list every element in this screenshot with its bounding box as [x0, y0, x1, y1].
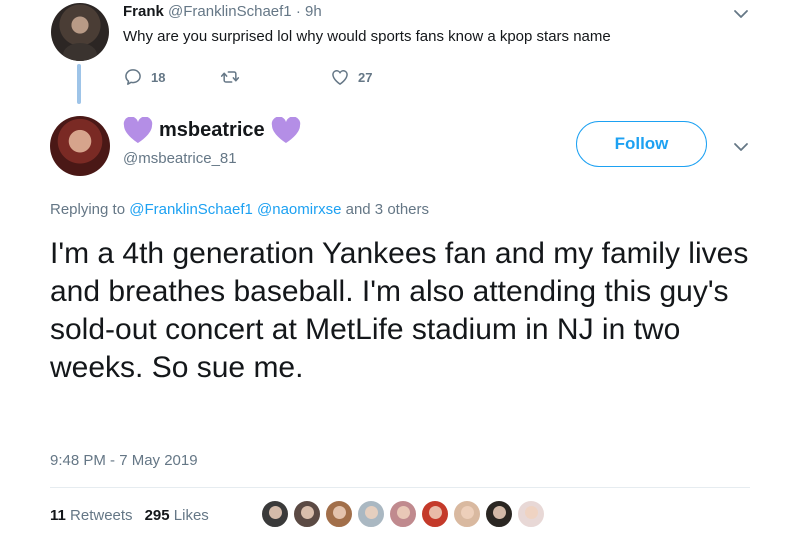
purple-heart-icon	[271, 116, 301, 144]
liker-avatar[interactable]	[389, 500, 417, 528]
parent-tweet-header: Frank @FranklinSchaef1 · 9h	[123, 3, 322, 20]
reply-icon	[125, 69, 141, 85]
tweet-timestamp[interactable]: 9:48 PM - 7 May 2019	[50, 452, 198, 469]
reply-count: 18	[151, 69, 166, 85]
parent-tweet-actions: 18 27	[123, 66, 372, 88]
reply-button[interactable]: 18	[123, 67, 220, 87]
parent-tweet-text: Why are you surprised lol why would spor…	[123, 28, 611, 45]
replying-prefix: Replying to	[50, 201, 126, 218]
retweets-stat[interactable]: 11 Retweets	[50, 507, 133, 524]
liker-avatar[interactable]	[293, 500, 321, 528]
liker-avatar[interactable]	[357, 500, 385, 528]
replying-to: Replying to @FranklinSchaef1 @naomirxse …	[50, 201, 429, 218]
frank-avatar[interactable]	[51, 3, 109, 61]
main-author-name-row[interactable]: msbeatrice	[123, 115, 301, 145]
retweets-count: 11	[50, 507, 66, 524]
parent-author-handle-time: @FranklinSchaef1 · 9h	[168, 3, 322, 20]
main-author-name[interactable]: msbeatrice	[159, 119, 265, 142]
likes-stat[interactable]: 295 Likes	[145, 507, 209, 524]
liker-avatars	[261, 500, 549, 530]
like-count: 27	[358, 69, 373, 85]
tweet-stats: 11 Retweets 295 Likes	[50, 507, 209, 524]
liker-avatar[interactable]	[453, 500, 481, 528]
likes-count: 295	[144, 507, 170, 524]
parent-author-name[interactable]: Frank	[123, 3, 164, 20]
parent-tweet[interactable]: Frank @FranklinSchaef1 · 9h Why are you …	[0, 0, 800, 104]
divider	[50, 487, 750, 488]
heart-outline-icon	[332, 70, 348, 85]
purple-heart-icon	[123, 116, 153, 144]
chevron-down-icon[interactable]	[733, 139, 749, 155]
retweet-button[interactable]	[220, 67, 330, 87]
main-tweet-text: I'm a 4th generation Yankees fan and my …	[50, 237, 749, 384]
follow-button[interactable]: Follow	[576, 121, 707, 167]
replying-others[interactable]: and 3 others	[346, 201, 429, 218]
thread-connector	[77, 64, 81, 104]
like-button[interactable]: 27	[330, 67, 372, 87]
main-author-handle[interactable]: @msbeatrice_81	[123, 150, 237, 167]
likes-label: Likes	[173, 507, 209, 524]
liker-avatar[interactable]	[517, 500, 545, 528]
replying-user-link[interactable]: @naomirxse	[257, 201, 341, 218]
msbeatrice-avatar[interactable]	[50, 116, 110, 176]
chevron-down-icon[interactable]	[733, 6, 749, 22]
retweets-label: Retweets	[70, 507, 133, 524]
liker-avatar[interactable]	[421, 500, 449, 528]
retweet-icon	[220, 71, 240, 83]
liker-avatar[interactable]	[485, 500, 513, 528]
replying-user-link[interactable]: @FranklinSchaef1	[129, 201, 253, 218]
liker-avatar[interactable]	[261, 500, 289, 528]
liker-avatar[interactable]	[325, 500, 353, 528]
